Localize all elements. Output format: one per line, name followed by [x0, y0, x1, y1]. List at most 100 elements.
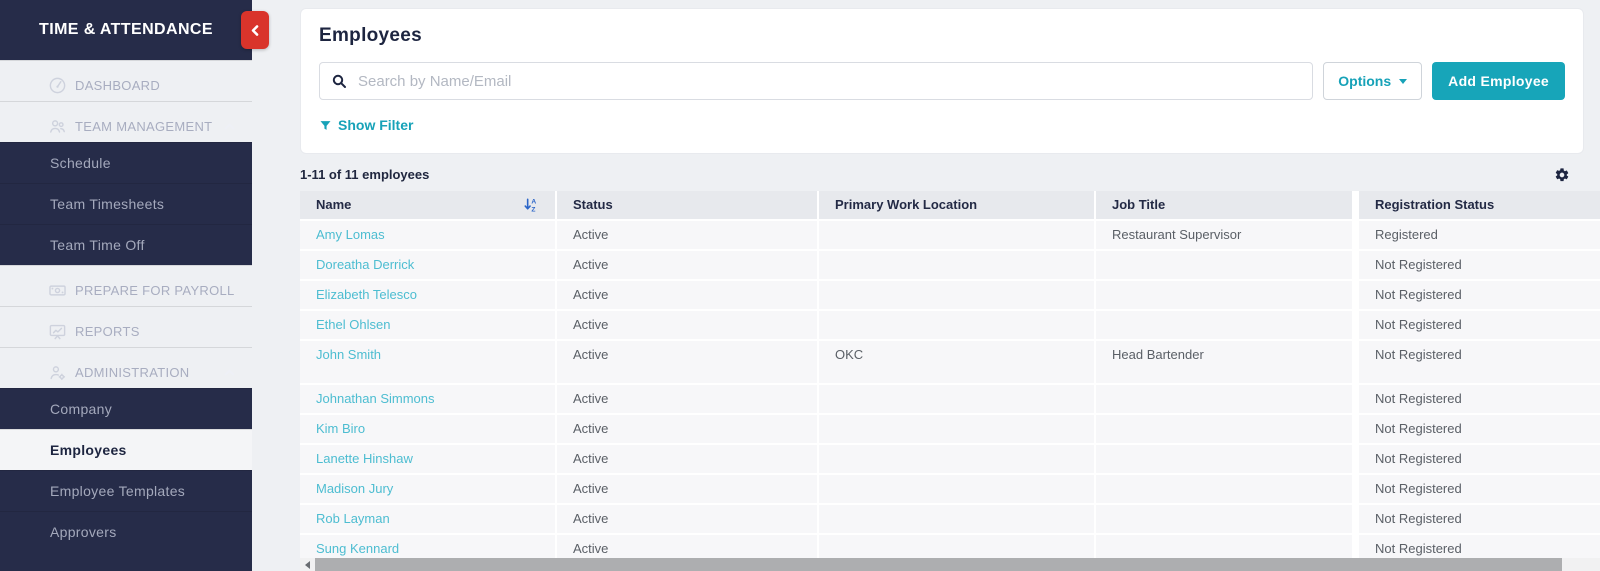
- job-title-cell: Restaurant Supervisor: [1096, 221, 1352, 249]
- sidebar-item-label: PREPARE FOR PAYROLL: [75, 283, 236, 298]
- status-cell: Active: [557, 505, 817, 533]
- sidebar-item-company[interactable]: Company: [0, 388, 252, 429]
- registration-cell: Not Registered: [1359, 251, 1600, 279]
- job-title-cell: Head Bartender: [1096, 341, 1352, 383]
- employee-name-link[interactable]: Ethel Ohlsen: [316, 317, 390, 332]
- table-body: Amy Lomas Active Restaurant Supervisor R…: [300, 221, 1600, 563]
- filter-icon: [319, 119, 332, 132]
- sort-alpha-icon[interactable]: AZ: [523, 197, 539, 213]
- sidebar-item-team-timesheets[interactable]: Team Timesheets: [0, 183, 252, 224]
- sidebar-item-label: REPORTS: [75, 324, 236, 339]
- column-header-primary-work-location[interactable]: Primary Work Location: [819, 191, 1094, 219]
- scroll-left-arrow-icon[interactable]: [300, 561, 315, 569]
- horizontal-scrollbar[interactable]: [300, 558, 1600, 571]
- location-cell: [819, 221, 1094, 249]
- employee-name-link[interactable]: Doreatha Derrick: [316, 257, 414, 272]
- employee-name-link[interactable]: Johnathan Simmons: [316, 391, 435, 406]
- chevron-up-icon: [223, 120, 236, 133]
- registration-cell: Not Registered: [1359, 505, 1600, 533]
- sidebar-item-employees[interactable]: Employees: [0, 429, 252, 470]
- employee-name-link[interactable]: Lanette Hinshaw: [316, 451, 413, 466]
- job-title-cell: [1096, 251, 1352, 279]
- table-row: Amy Lomas Active Restaurant Supervisor R…: [300, 221, 1600, 249]
- sidebar-item-label: Team Timesheets: [50, 196, 240, 212]
- employee-name-link[interactable]: Elizabeth Telesco: [316, 287, 417, 302]
- svg-text:A: A: [531, 198, 536, 205]
- employees-table: Name AZ Status Primary Work Location Job…: [300, 191, 1600, 563]
- sidebar-item-employee-templates[interactable]: Employee Templates: [0, 470, 252, 511]
- job-title-cell: [1096, 311, 1352, 339]
- status-cell: Active: [557, 415, 817, 443]
- show-filter-toggle[interactable]: Show Filter: [319, 117, 413, 133]
- registration-cell: Not Registered: [1359, 341, 1600, 383]
- table-row: Johnathan Simmons Active Not Registered: [300, 385, 1600, 413]
- location-cell: OKC: [819, 341, 1094, 383]
- employees-header-card: Employees Options Add Employee Show Filt…: [300, 8, 1584, 154]
- sidebar-item-label: DASHBOARD: [75, 78, 236, 93]
- location-cell: [819, 445, 1094, 473]
- search-input[interactable]: [356, 72, 1301, 91]
- employee-name-link[interactable]: Madison Jury: [316, 481, 393, 496]
- employee-count-summary: 1-11 of 11 employees: [300, 167, 429, 182]
- status-cell: Active: [557, 251, 817, 279]
- location-cell: [819, 505, 1094, 533]
- reports-icon: [48, 322, 75, 341]
- options-button-label: Options: [1338, 73, 1391, 89]
- sidebar-collapse-button[interactable]: [241, 11, 269, 49]
- table-row: Doreatha Derrick Active Not Registered: [300, 251, 1600, 279]
- column-header-name[interactable]: Name AZ: [300, 191, 555, 219]
- location-cell: [819, 415, 1094, 443]
- job-title-cell: [1096, 475, 1352, 503]
- payroll-icon: [48, 281, 75, 300]
- sidebar-item-approvers[interactable]: Approvers: [0, 511, 252, 552]
- location-cell: [819, 475, 1094, 503]
- job-title-cell: [1096, 445, 1352, 473]
- add-employee-button[interactable]: Add Employee: [1432, 62, 1565, 100]
- sidebar-item-label: Employee Templates: [50, 483, 240, 499]
- sidebar-item-team-management[interactable]: TEAM MANAGEMENT: [0, 101, 252, 142]
- chevron-up-icon: [223, 366, 236, 379]
- employee-name-link[interactable]: Sung Kennard: [316, 541, 399, 556]
- status-cell: Active: [557, 385, 817, 413]
- sidebar-item-administration[interactable]: ADMINISTRATION: [0, 347, 252, 388]
- sidebar-item-dashboard[interactable]: DASHBOARD: [0, 60, 252, 101]
- employee-name-link[interactable]: Amy Lomas: [316, 227, 385, 242]
- sidebar-item-schedule[interactable]: Schedule: [0, 142, 252, 183]
- svg-text:Z: Z: [531, 206, 535, 212]
- table-row: Madison Jury Active Not Registered: [300, 475, 1600, 503]
- registration-cell: Not Registered: [1359, 385, 1600, 413]
- sidebar-item-label: Team Time Off: [50, 237, 240, 253]
- scrollbar-thumb[interactable]: [315, 558, 1562, 571]
- employee-name-link[interactable]: John Smith: [316, 347, 381, 362]
- job-title-cell: [1096, 415, 1352, 443]
- status-cell: Active: [557, 341, 817, 383]
- sidebar-item-reports[interactable]: REPORTS: [0, 306, 252, 347]
- employee-name-link[interactable]: Kim Biro: [316, 421, 365, 436]
- employees-table-area: 1-11 of 11 employees Name AZ Status Prim…: [300, 167, 1600, 563]
- column-header-status[interactable]: Status: [557, 191, 817, 219]
- employee-name-link[interactable]: Rob Layman: [316, 511, 390, 526]
- sidebar: TIME & ATTENDANCE DASHBOARD TEAM MANAGEM…: [0, 0, 252, 571]
- job-title-cell: [1096, 385, 1352, 413]
- status-cell: Active: [557, 445, 817, 473]
- sidebar-item-label: Employees: [50, 442, 240, 458]
- registration-cell: Not Registered: [1359, 445, 1600, 473]
- sidebar-item-label: TEAM MANAGEMENT: [75, 119, 223, 134]
- table-row: Ethel Ohlsen Active Not Registered: [300, 311, 1600, 339]
- sidebar-item-prepare-for-payroll[interactable]: PREPARE FOR PAYROLL: [0, 265, 252, 306]
- column-header-job-title[interactable]: Job Title: [1096, 191, 1352, 219]
- dashboard-icon: [48, 76, 75, 95]
- table-summary-row: 1-11 of 11 employees: [300, 167, 1600, 183]
- sidebar-item-team-time-off[interactable]: Team Time Off: [0, 224, 252, 265]
- search-box[interactable]: [319, 62, 1313, 100]
- options-button[interactable]: Options: [1323, 62, 1422, 100]
- search-icon: [331, 73, 347, 89]
- column-header-registration-status[interactable]: Registration Status: [1359, 191, 1600, 219]
- table-row: John Smith Active OKC Head Bartender Not…: [300, 341, 1600, 383]
- job-title-cell: [1096, 281, 1352, 309]
- registration-cell: Not Registered: [1359, 281, 1600, 309]
- sidebar-item-label: Schedule: [50, 155, 240, 171]
- caret-down-icon: [1399, 79, 1407, 84]
- registration-cell: Not Registered: [1359, 475, 1600, 503]
- table-settings-gear-icon[interactable]: [1554, 167, 1570, 183]
